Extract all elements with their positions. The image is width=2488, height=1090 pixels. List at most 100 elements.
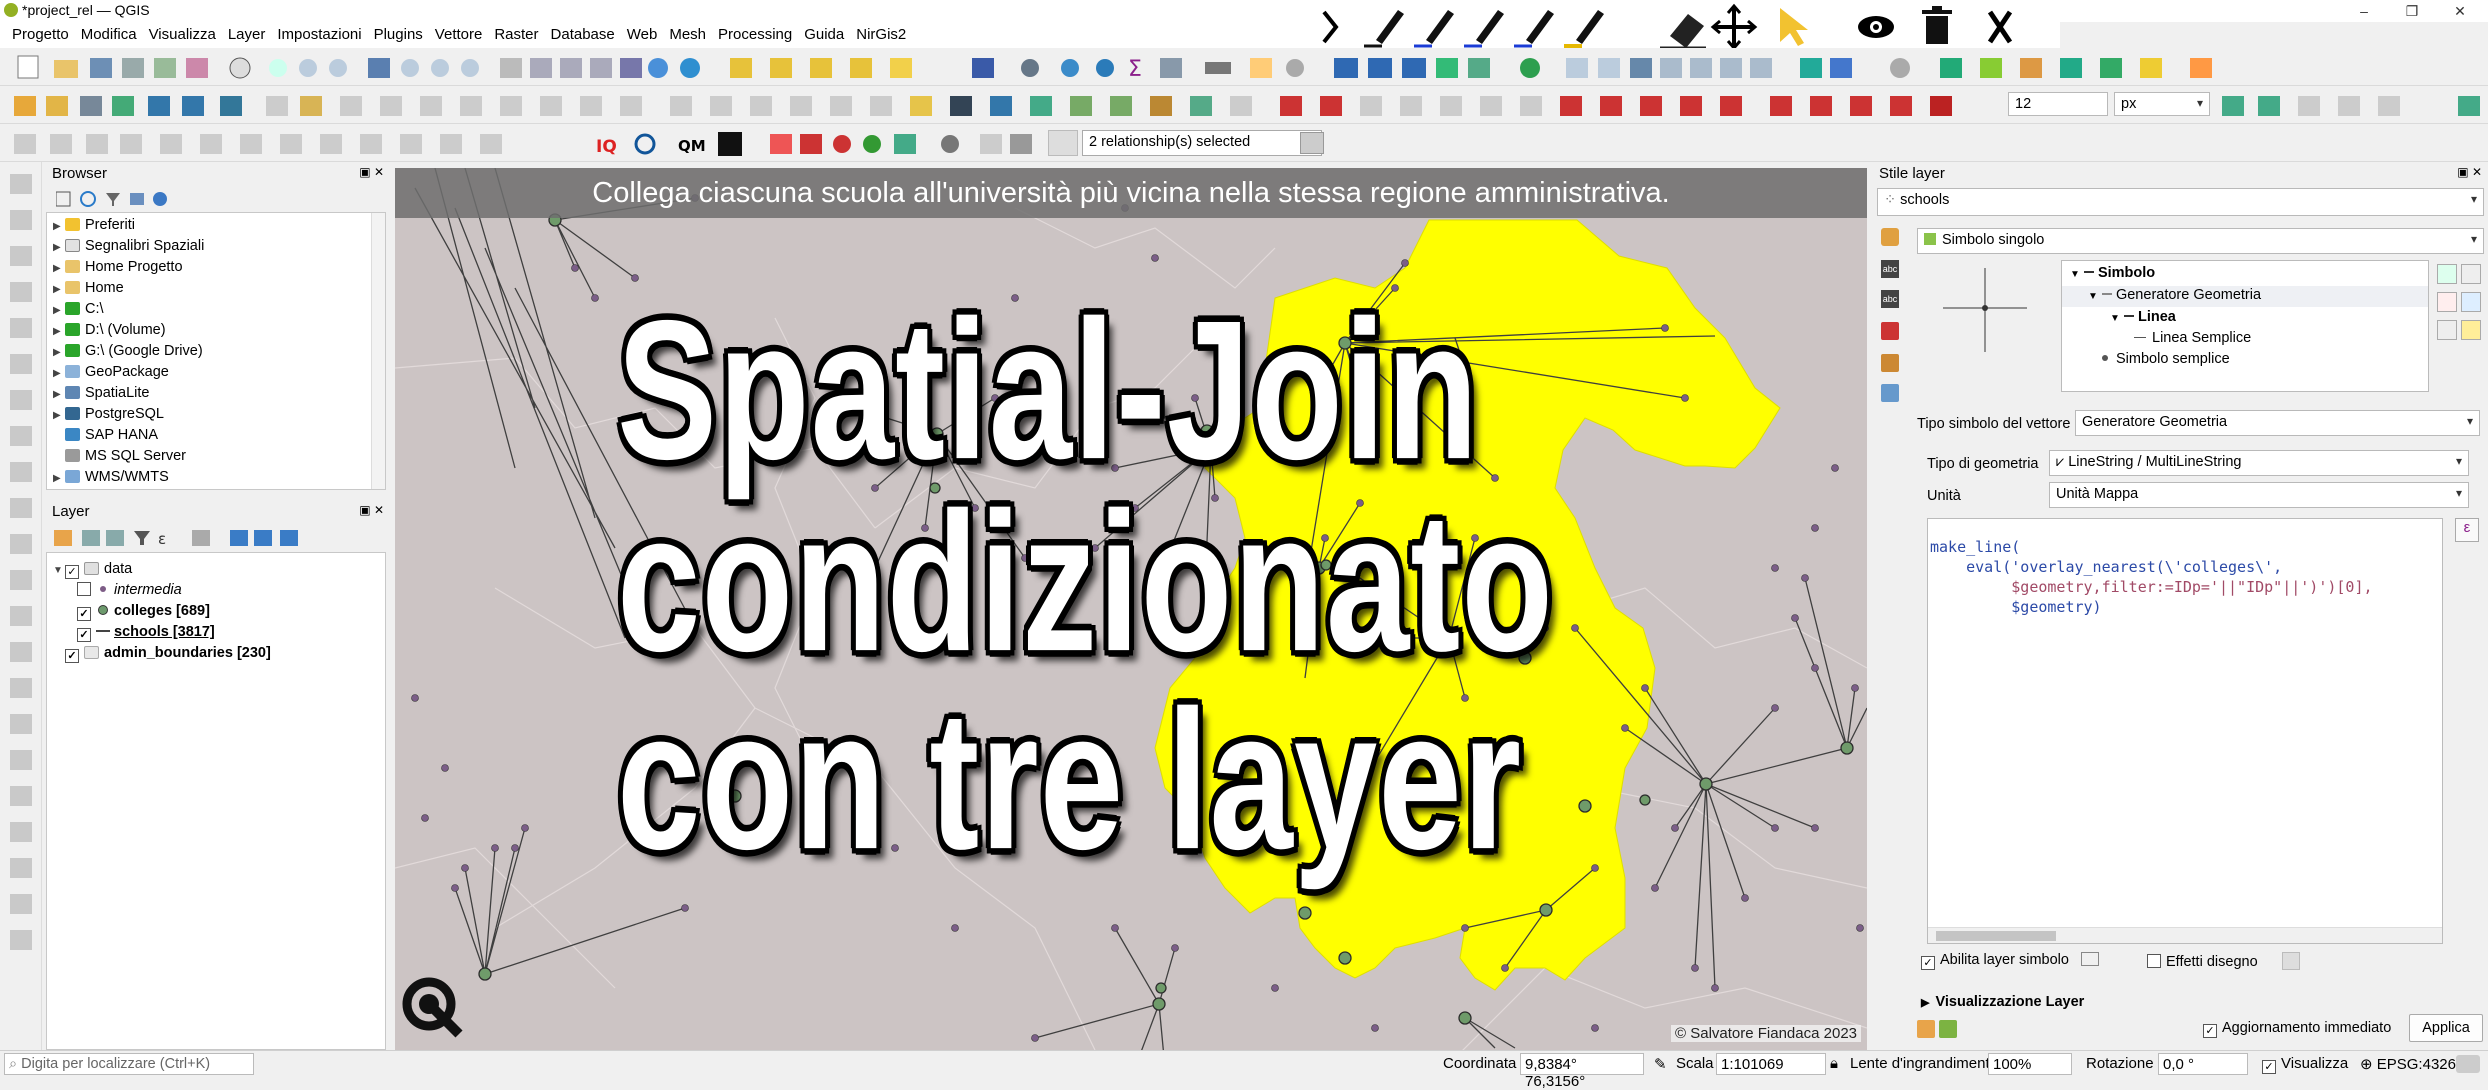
masks-tab-icon[interactable]: abc (1881, 290, 1899, 308)
labels-tab-icon[interactable]: abc (1881, 260, 1899, 278)
browser-scrollbar[interactable] (371, 213, 385, 489)
browser-item-home[interactable]: ▶ Home (53, 280, 124, 301)
locator-input[interactable]: ⌕ Digita per localizzare (Ctrl+K) (4, 1053, 254, 1075)
apply-button[interactable]: Applica (2409, 1014, 2483, 1042)
minimize-button[interactable]: – (2340, 0, 2388, 22)
relationship-icon[interactable] (1048, 130, 1078, 156)
menu-modifica[interactable]: Modifica (75, 22, 143, 48)
symbol-tree-geom-gen[interactable]: ▼ Generatore Geometria (2088, 287, 2261, 303)
browser-item-geopackage[interactable]: ▶ GeoPackage (53, 364, 169, 385)
effects-icon[interactable] (2281, 952, 2300, 970)
checkbox-checked[interactable]: ✓ (2203, 1024, 2217, 1038)
pen-icon[interactable] (1364, 10, 1404, 48)
crs-button[interactable]: ⊕ EPSG:4326 (2360, 1055, 2456, 1073)
browser-item-d-drive[interactable]: ▶ D:\ (Volume) (53, 322, 166, 343)
eye-icon[interactable] (1858, 16, 1894, 38)
map-canvas[interactable]: Collega ciascuna scuola all'università p… (395, 168, 1867, 1050)
layer-group-data[interactable]: ▼ ✓ data (53, 561, 132, 582)
diagrams-tab-icon[interactable] (1881, 354, 1899, 372)
menu-raster[interactable]: Raster (488, 22, 544, 48)
history-tab-icon[interactable] (1881, 384, 1899, 402)
unit-select[interactable]: px ▾ (2114, 92, 2210, 116)
size-field[interactable]: 12 (2008, 92, 2108, 116)
chevron-right-icon[interactable] (1322, 10, 1339, 44)
magnifier-field[interactable]: 100% (1988, 1053, 2072, 1075)
duplicate-button[interactable] (2437, 320, 2457, 340)
checkbox-checked[interactable]: ✓ (1921, 956, 1935, 970)
expression-button[interactable]: ε (2455, 518, 2479, 542)
browser-item-segnalibri[interactable]: ▶ Segnalibri Spaziali (53, 238, 204, 259)
panel-close-icon[interactable]: ▣ ✕ (359, 165, 384, 179)
trash-icon[interactable] (1922, 6, 1952, 44)
checkbox-checked[interactable]: ✓ (65, 649, 79, 663)
menu-guida[interactable]: Guida (798, 22, 850, 48)
menu-vettore[interactable]: Vettore (429, 22, 489, 48)
remove-layer-button[interactable] (2437, 292, 2457, 312)
browser-item-g-drive[interactable]: ▶ G:\ (Google Drive) (53, 343, 203, 364)
relationship-tool-icon[interactable] (1300, 132, 1324, 154)
symbol-tree-simple-symbol[interactable]: Simbolo semplice (2102, 351, 2230, 367)
close-drawing-icon[interactable] (1987, 10, 2013, 44)
editor-hscrollbar[interactable] (1928, 927, 2442, 943)
menu-visualizza[interactable]: Visualizza (143, 22, 222, 48)
eraser-icon[interactable] (1660, 14, 1706, 50)
checkbox-unchecked[interactable] (77, 582, 91, 596)
layer-rendering-section[interactable]: ▶ Visualizzazione Layer (1921, 994, 2084, 1010)
layer-colleges[interactable]: ✓ colleges [689] (77, 603, 210, 624)
layer-select[interactable]: ⁘ schools ▾ (1877, 188, 2484, 216)
digitizing-tools-icons[interactable] (0, 162, 42, 962)
messages-icon[interactable] (2456, 1055, 2480, 1073)
move-icon[interactable] (1710, 3, 1758, 51)
render-toggle[interactable]: ✓ Visualizza (2262, 1055, 2348, 1074)
browser-item-mssql[interactable]: MS SQL Server (53, 448, 186, 469)
checkbox-unchecked[interactable] (2147, 954, 2161, 968)
browser-item-home-progetto[interactable]: ▶ Home Progetto (53, 259, 183, 280)
pointer-icon[interactable] (1780, 8, 1808, 46)
add-layer-button[interactable] (2437, 264, 2457, 284)
symbology-tab-icon[interactable] (1881, 228, 1899, 246)
layers-toolbar-icons[interactable]: ε (54, 528, 374, 548)
layer-schools[interactable]: ✓ schools [3817] (77, 624, 215, 645)
pen-blue-icon[interactable] (1414, 10, 1454, 48)
move-down-button[interactable] (2461, 292, 2481, 312)
lock-scale-icon[interactable]: 🔒︎ (1830, 1055, 1838, 1072)
live-update[interactable]: ✓ Aggiornamento immediato (2203, 1020, 2391, 1038)
symbol-tree-root[interactable]: ▼ Simbolo (2070, 265, 2155, 281)
redo-icon[interactable] (1939, 1020, 1957, 1038)
lock-button[interactable] (2461, 320, 2481, 340)
pen-blue-2-icon[interactable] (1464, 10, 1504, 48)
panel-close-icon[interactable]: ▣ ✕ (2457, 165, 2482, 179)
data-defined-icon[interactable] (2080, 952, 2099, 966)
browser-item-spatialite[interactable]: ▶ SpatiaLite (53, 385, 150, 406)
menu-impostazioni[interactable]: Impostazioni (271, 22, 367, 48)
draw-effects[interactable]: Effetti disegno (2147, 952, 2300, 970)
menu-database[interactable]: Database (545, 22, 621, 48)
pen-blue-3-icon[interactable] (1514, 10, 1554, 48)
relationship-select[interactable]: 2 relationship(s) selected▾ (1082, 130, 1322, 156)
browser-item-sap-hana[interactable]: SAP HANA (53, 427, 158, 448)
symbol-tree-line[interactable]: ▼ Linea (2110, 309, 2176, 325)
menu-plugins[interactable]: Plugins (368, 22, 429, 48)
restore-button[interactable]: ❐ (2388, 0, 2436, 22)
panel-close-icon[interactable]: ▣ ✕ (359, 503, 384, 517)
symbol-tree-simple-line[interactable]: Linea Semplice (2134, 330, 2251, 346)
browser-item-wms[interactable]: ▶ WMS/WMTS (53, 469, 169, 490)
move-up-button[interactable] (2461, 264, 2481, 284)
scale-field[interactable]: 1:101069 (1716, 1053, 1826, 1075)
rotation-field[interactable]: 0,0 ° (2158, 1053, 2248, 1075)
menu-layer[interactable]: Layer (222, 22, 272, 48)
menu-progetto[interactable]: Progetto (6, 22, 75, 48)
symbol-type-select[interactable]: Generatore Geometria ▾ (2075, 410, 2480, 436)
unit-units-select[interactable]: Unità Mappa ▾ (2049, 482, 2469, 508)
3d-view-tab-icon[interactable] (1881, 322, 1899, 340)
layer-intermedia[interactable]: intermedia (77, 582, 182, 603)
menu-nirgis2[interactable]: NirGis2 (850, 22, 912, 48)
browser-toolbar-icons[interactable] (55, 189, 196, 209)
expression-editor[interactable]: make_line( eval('overlay_nearest(\'colle… (1927, 518, 2443, 944)
undo-icon[interactable] (1917, 1020, 1935, 1038)
checkbox-checked[interactable]: ✓ (65, 565, 79, 579)
checkbox-checked[interactable]: ✓ (77, 607, 91, 621)
menu-processing[interactable]: Processing (712, 22, 798, 48)
layer-admin-boundaries[interactable]: ✓ admin_boundaries [230] (53, 645, 271, 666)
browser-item-c-drive[interactable]: ▶ C:\ (53, 301, 104, 322)
